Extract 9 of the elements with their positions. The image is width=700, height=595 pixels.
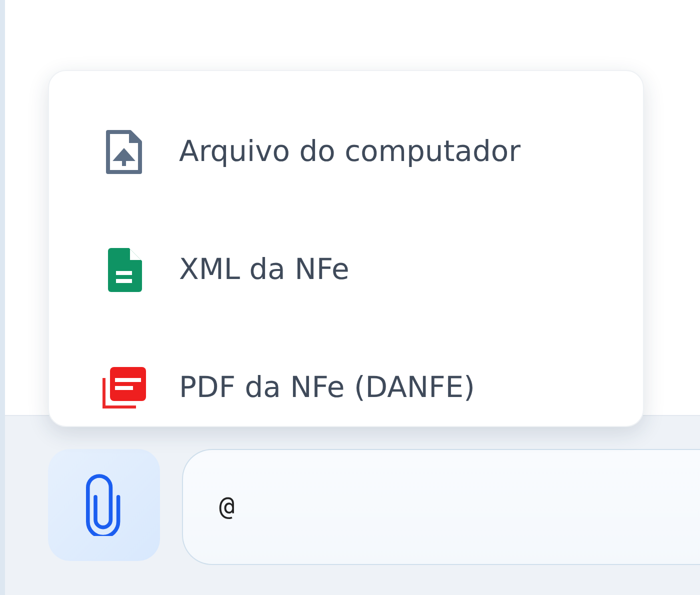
paperclip-icon: [86, 474, 122, 536]
message-input[interactable]: @: [182, 449, 700, 565]
file-upload-icon: [105, 130, 143, 174]
pdf-file-icon: [100, 366, 148, 410]
menu-item[interactable]: Arquivo do computador: [49, 93, 643, 211]
attach-button[interactable]: [48, 449, 160, 561]
document-icon: [105, 247, 143, 293]
menu-item[interactable]: XML da NFe: [49, 211, 643, 329]
menu-item[interactable]: PDF da NFe (DANFE): [49, 329, 643, 447]
